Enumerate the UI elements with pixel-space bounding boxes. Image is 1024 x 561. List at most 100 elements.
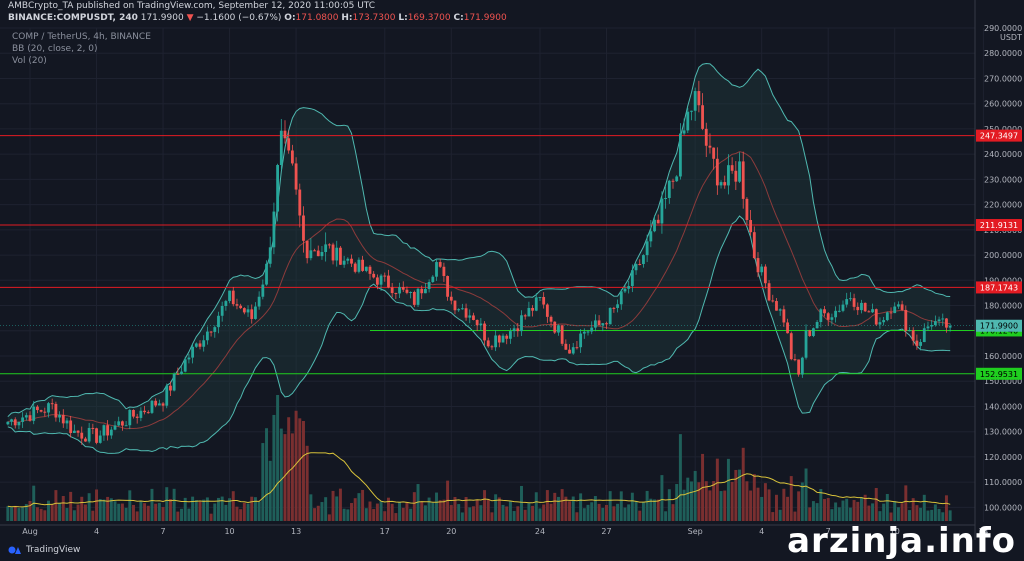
candle-body bbox=[132, 409, 135, 417]
volume-bar bbox=[712, 481, 716, 521]
candle-body bbox=[339, 247, 342, 265]
volume-bar bbox=[69, 491, 73, 521]
candle-body bbox=[860, 302, 863, 311]
volume-bar bbox=[516, 506, 520, 521]
volume-bar bbox=[730, 481, 734, 521]
candle-body bbox=[523, 315, 527, 317]
volume-bar bbox=[579, 493, 583, 521]
candle-body bbox=[538, 296, 542, 298]
candle-body bbox=[786, 322, 789, 334]
legend-pair[interactable]: COMP / TetherUS, 4h, BINANCE bbox=[12, 32, 151, 42]
candle-body bbox=[272, 211, 276, 248]
candle-body bbox=[808, 330, 812, 336]
candle-body bbox=[316, 250, 320, 257]
candle-body bbox=[217, 315, 220, 328]
price-chart[interactable]: 100.0000 110.0000 120.0000 130.0000 140.0000… bbox=[0, 0, 1024, 561]
volume-bar bbox=[331, 490, 335, 521]
volume-bar bbox=[320, 502, 324, 521]
volume-bar bbox=[150, 488, 154, 521]
volume-bar bbox=[235, 506, 239, 521]
candle-body bbox=[28, 415, 32, 421]
candle-body bbox=[834, 310, 838, 318]
candle-body bbox=[224, 301, 228, 306]
volume-bar bbox=[13, 505, 17, 521]
candle-body bbox=[13, 419, 17, 426]
volume-bar bbox=[202, 499, 206, 521]
candle-body bbox=[231, 290, 235, 305]
candle-body bbox=[701, 105, 704, 129]
candle-body bbox=[497, 335, 501, 343]
candle-body bbox=[826, 313, 830, 320]
volume-bar bbox=[368, 501, 372, 521]
y-tick-label: 160.0000 bbox=[984, 352, 1022, 361]
volume-bar bbox=[431, 502, 435, 521]
volume-bar bbox=[257, 501, 261, 521]
volume-bar bbox=[120, 503, 124, 521]
candle-body bbox=[150, 400, 154, 413]
volume-bar bbox=[449, 505, 453, 521]
volume-bar bbox=[527, 503, 531, 521]
candle-body bbox=[109, 429, 113, 436]
volume-bar bbox=[438, 500, 442, 521]
x-tick-label: 13 bbox=[291, 527, 301, 536]
volume-bar bbox=[490, 512, 494, 521]
candle-body bbox=[453, 300, 457, 311]
volume-bar bbox=[457, 504, 461, 521]
high-value: 173.7300 bbox=[352, 13, 396, 23]
volume-bar bbox=[560, 489, 564, 521]
legend-bb[interactable]: BB (20, close, 2, 0) bbox=[12, 44, 97, 54]
candle-body bbox=[294, 163, 298, 190]
volume-bar bbox=[501, 504, 505, 521]
y-tick-label: 180.0000 bbox=[984, 302, 1022, 311]
volume-bar bbox=[616, 503, 620, 521]
candle-body bbox=[612, 307, 616, 309]
candle-body bbox=[922, 328, 926, 343]
candle-body bbox=[235, 304, 239, 306]
candle-body bbox=[534, 297, 538, 311]
volume-bar bbox=[102, 499, 106, 521]
y-tick-label: 230.0000 bbox=[984, 175, 1022, 184]
candle-body bbox=[261, 284, 265, 297]
y-tick-label: 100.0000 bbox=[984, 503, 1022, 512]
volume-bar bbox=[383, 511, 387, 521]
volume-bar bbox=[556, 496, 560, 521]
candle-body bbox=[324, 244, 328, 252]
candle-body bbox=[290, 150, 294, 164]
volume-bar bbox=[826, 498, 830, 521]
candle-body bbox=[117, 421, 121, 426]
candle-body bbox=[715, 158, 719, 186]
candle-body bbox=[72, 430, 76, 434]
volume-bar bbox=[460, 512, 464, 521]
last-price: 171.9900 bbox=[140, 13, 184, 23]
volume-bar bbox=[612, 506, 616, 521]
candle-body bbox=[102, 425, 106, 436]
volume-bar bbox=[882, 503, 886, 521]
volume-bar bbox=[505, 506, 509, 521]
volume-bar bbox=[350, 503, 353, 521]
x-tick-label: 7 bbox=[161, 527, 166, 536]
volume-bar bbox=[660, 475, 664, 521]
volume-bar bbox=[98, 498, 102, 521]
volume-bar bbox=[741, 447, 745, 521]
volume-bar bbox=[638, 510, 642, 521]
volume-bar bbox=[623, 507, 627, 521]
volume-bar bbox=[28, 501, 32, 521]
candle-body bbox=[675, 176, 679, 182]
candle-body bbox=[183, 359, 187, 372]
volume-bar bbox=[678, 434, 682, 521]
level-label: 211.9131 bbox=[980, 221, 1018, 230]
volume-bar bbox=[797, 491, 801, 521]
candle-body bbox=[80, 432, 84, 439]
volume-bar bbox=[664, 511, 668, 521]
candle-body bbox=[254, 306, 257, 319]
volume-bar bbox=[601, 507, 605, 521]
candle-body bbox=[708, 145, 712, 148]
volume-bar bbox=[915, 505, 919, 521]
candle-body bbox=[435, 262, 438, 277]
volume-bar bbox=[250, 496, 254, 521]
volume-bar bbox=[534, 492, 538, 521]
volume-bar bbox=[749, 490, 753, 521]
legend-vol[interactable]: Vol (20) bbox=[12, 56, 47, 66]
candle-body bbox=[265, 263, 268, 285]
tradingview-logo[interactable]: TradingView bbox=[8, 545, 80, 555]
